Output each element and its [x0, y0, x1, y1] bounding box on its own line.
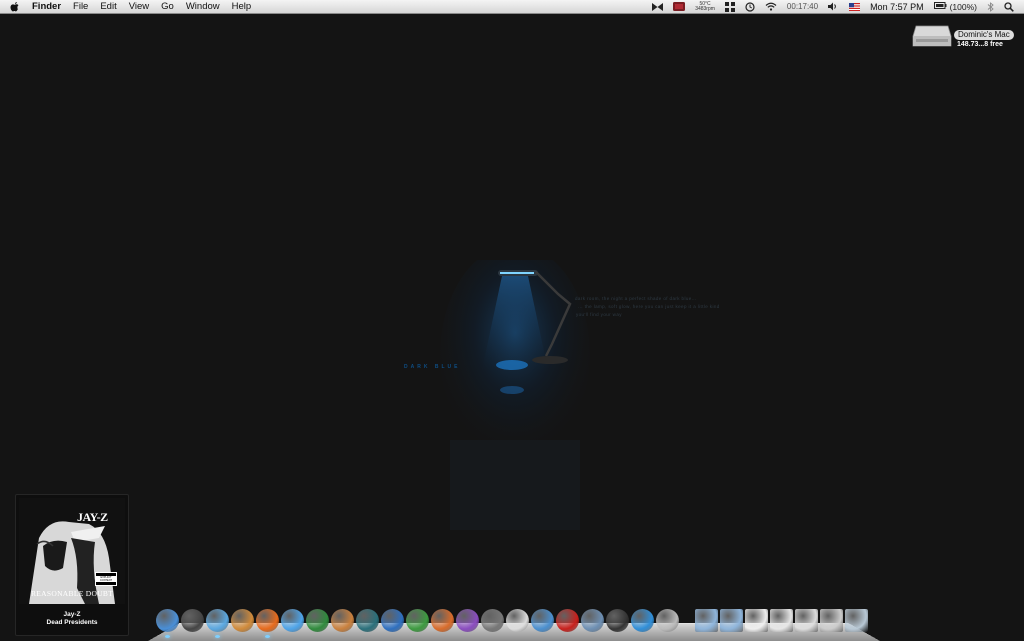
hard-drive-free-space: 148.73...8 free [957, 41, 1003, 48]
silhouette-icon[interactable] [606, 609, 629, 632]
preview-icon[interactable] [581, 609, 604, 632]
wifi-icon[interactable] [765, 2, 777, 11]
menu-file[interactable]: File [73, 0, 88, 13]
window-stack-icon[interactable] [820, 609, 843, 632]
running-indicator [265, 635, 270, 638]
acrobat-icon[interactable] [556, 609, 579, 632]
timer-text[interactable]: 00:17:40 [787, 2, 818, 11]
trash-icon[interactable] [845, 609, 868, 632]
grid-icon[interactable] [724, 1, 735, 12]
entourage-icon[interactable] [456, 609, 479, 632]
now-playing-widget[interactable]: JAY-Z REASONABLE DOUBT EXPLICIT CONTENT … [15, 494, 129, 636]
hard-drive-icon[interactable] [912, 24, 952, 50]
itunes-icon[interactable] [206, 609, 229, 638]
temperature-readout[interactable]: 50°C 3483rpm [695, 1, 715, 12]
dock [156, 606, 870, 638]
now-playing-artist: Jay-Z [63, 611, 81, 618]
bowtie-icon[interactable] [652, 2, 664, 11]
firefox-icon[interactable] [256, 609, 279, 638]
quicktime-icon[interactable] [631, 609, 654, 632]
wallpaper-text-line-2: ... the lamp, soft glow, here you can ju… [578, 304, 720, 309]
us-flag-icon[interactable] [849, 2, 861, 11]
fan-speed-text: 3483rpm [695, 5, 715, 12]
spotlight-search-icon[interactable] [1004, 1, 1014, 12]
garageband-icon[interactable] [231, 609, 254, 632]
document-stack-2-icon[interactable] [770, 609, 793, 632]
photo-tool-icon[interactable] [656, 609, 679, 632]
running-indicator [165, 635, 170, 638]
parental-advisory-label: EXPLICIT CONTENT [99, 576, 113, 582]
menu-bar: Finder File Edit View Go Window Help 50°… [0, 0, 1024, 14]
downloads-folder-icon[interactable] [720, 609, 743, 632]
menu-help[interactable]: Help [232, 0, 252, 13]
script-editor-icon[interactable] [481, 609, 504, 632]
apple-menu-icon[interactable] [10, 1, 22, 13]
word-icon[interactable] [381, 609, 404, 632]
document-stack-icon[interactable] [745, 609, 768, 632]
ical-icon[interactable] [506, 609, 529, 632]
album-art-artist-text: JAY-Z [77, 510, 108, 524]
clock-text[interactable]: Mon 7:57 PM [870, 2, 924, 12]
wallpaper-text-line-3: you'll find your way [576, 312, 622, 317]
folder-icon[interactable] [695, 609, 718, 632]
wallpaper-lamp: DARK BLUE dark room, the night a perfect… [380, 245, 760, 530]
mail-bird-icon[interactable] [531, 609, 554, 632]
now-playing-track: Dead Presidents [46, 619, 98, 626]
dashboard-icon[interactable] [181, 609, 204, 632]
wallpaper-brand-text: DARK BLUE [404, 364, 461, 370]
volume-icon[interactable] [828, 2, 839, 11]
menu-view[interactable]: View [129, 0, 149, 13]
keynote-icon[interactable] [331, 609, 354, 632]
menu-extras: 50°C 3483rpm 00:17:40 Mon 7:57 PM (100%) [652, 0, 1024, 13]
excel-icon[interactable] [406, 609, 429, 632]
bluetooth-icon[interactable] [987, 1, 994, 12]
running-indicator [215, 635, 220, 638]
finder-icon[interactable] [156, 609, 179, 638]
hard-drive-label[interactable]: Dominic's Mac [954, 30, 1014, 40]
menu-app-finder[interactable]: Finder [32, 0, 61, 13]
wallpaper-text-line-1: dark room, the night a perfect shade of … [575, 296, 697, 301]
album-art-title-text: REASONABLE DOUBT [31, 589, 114, 598]
istat-monitor-icon[interactable] [673, 2, 686, 11]
menu-go[interactable]: Go [161, 0, 174, 13]
album-art: JAY-Z REASONABLE DOUBT EXPLICIT CONTENT [19, 498, 125, 604]
time-machine-icon[interactable] [356, 609, 379, 632]
battery-status[interactable]: (100%) [933, 1, 977, 12]
screenshot-stack-icon[interactable] [795, 609, 818, 632]
menu-edit[interactable]: Edit [100, 0, 116, 13]
numbers-icon[interactable] [306, 609, 329, 632]
menu-window[interactable]: Window [186, 0, 220, 13]
time-machine-menu-icon[interactable] [745, 1, 755, 12]
safari-icon[interactable] [281, 609, 304, 632]
battery-icon [933, 1, 947, 12]
battery-percent-text: (100%) [949, 1, 977, 12]
powerpoint-icon[interactable] [431, 609, 454, 632]
